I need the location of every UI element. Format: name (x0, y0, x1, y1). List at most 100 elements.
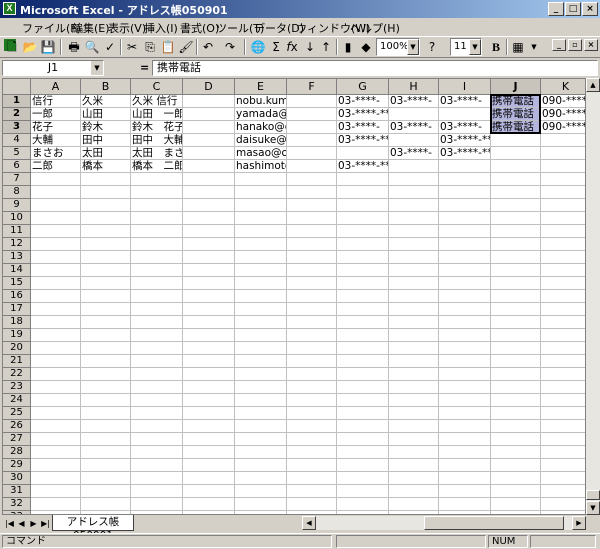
cell-f6[interactable] (287, 160, 337, 173)
cell-j4[interactable] (491, 134, 541, 147)
cell-j16[interactable] (491, 290, 541, 303)
cell-i9[interactable] (439, 199, 491, 212)
cell-g13[interactable] (337, 251, 389, 264)
sort-ascending-icon[interactable]: ↓ (302, 39, 318, 55)
cell-j29[interactable] (491, 459, 541, 472)
cell-e13[interactable] (235, 251, 287, 264)
row-header[interactable]: 7 (3, 173, 31, 186)
row-header[interactable]: 25 (3, 407, 31, 420)
cell-g31[interactable] (337, 485, 389, 498)
cell-h2[interactable] (389, 108, 439, 121)
autosum-icon[interactable]: Σ (268, 39, 284, 55)
cell-c2[interactable]: 山田 一郎 (131, 108, 183, 121)
cell-c14[interactable] (131, 264, 183, 277)
row-header[interactable]: 19 (3, 329, 31, 342)
cell-k9[interactable] (541, 199, 585, 212)
cell-c10[interactable] (131, 212, 183, 225)
cell-b1[interactable]: 久米 (81, 95, 131, 108)
cell-b9[interactable] (81, 199, 131, 212)
cell-g28[interactable] (337, 446, 389, 459)
cell-g8[interactable] (337, 186, 389, 199)
row-header[interactable]: 2 (3, 108, 31, 121)
cell-i7[interactable] (439, 173, 491, 186)
cell-a2[interactable]: 一郎 (31, 108, 81, 121)
cell-a4[interactable]: 大輔 (31, 134, 81, 147)
cell-i19[interactable] (439, 329, 491, 342)
cell-c28[interactable] (131, 446, 183, 459)
cell-i21[interactable] (439, 355, 491, 368)
cell-d32[interactable] (183, 498, 235, 511)
cell-g7[interactable] (337, 173, 389, 186)
cell-j7[interactable] (491, 173, 541, 186)
cell-e6[interactable]: hashimoto@comzine.ne (235, 160, 287, 173)
cell-i27[interactable] (439, 433, 491, 446)
cell-f11[interactable] (287, 225, 337, 238)
cell-k17[interactable] (541, 303, 585, 316)
cell-k5[interactable] (541, 147, 585, 160)
cell-i32[interactable] (439, 498, 491, 511)
name-box[interactable]: J1 ▼ (2, 60, 104, 76)
cell-c31[interactable] (131, 485, 183, 498)
row-header[interactable]: 26 (3, 420, 31, 433)
cell-i11[interactable] (439, 225, 491, 238)
menu-edit[interactable]: 編集(E) (72, 20, 110, 36)
print-icon[interactable]: 🖶 (66, 39, 82, 55)
cell-d6[interactable] (183, 160, 235, 173)
cell-b11[interactable] (81, 225, 131, 238)
cell-c23[interactable] (131, 381, 183, 394)
cell-i12[interactable] (439, 238, 491, 251)
bold-button[interactable]: B (488, 39, 504, 55)
row-header[interactable]: 11 (3, 225, 31, 238)
cell-e28[interactable] (235, 446, 287, 459)
cell-b10[interactable] (81, 212, 131, 225)
cell-b4[interactable]: 田中 (81, 134, 131, 147)
cell-k2[interactable]: 090-**** (541, 108, 585, 121)
menu-view[interactable]: 表示(V) (108, 20, 146, 36)
cell-b13[interactable] (81, 251, 131, 264)
cell-d31[interactable] (183, 485, 235, 498)
cell-e2[interactable]: yamada@comzine.net (235, 108, 287, 121)
cell-f3[interactable] (287, 121, 337, 134)
cell-i29[interactable] (439, 459, 491, 472)
cell-e25[interactable] (235, 407, 287, 420)
cell-i3[interactable]: 03-****- (439, 121, 491, 134)
select-all-corner[interactable] (3, 79, 31, 95)
cell-f9[interactable] (287, 199, 337, 212)
cell-b26[interactable] (81, 420, 131, 433)
prev-sheet-icon[interactable]: ◀ (16, 518, 27, 530)
vertical-scroll-thumb[interactable] (586, 490, 600, 500)
cell-j30[interactable] (491, 472, 541, 485)
cell-b6[interactable]: 橋本 (81, 160, 131, 173)
cell-f21[interactable] (287, 355, 337, 368)
cell-h24[interactable] (389, 394, 439, 407)
cell-k18[interactable] (541, 316, 585, 329)
spreadsheet-grid[interactable]: ABCDEFGHIJK 1信行久米久米 信行 nobu.kume@nifty.com… (2, 78, 586, 515)
cell-k19[interactable] (541, 329, 585, 342)
cell-e1[interactable]: nobu.kume@nifty.com (235, 95, 287, 108)
cell-g6[interactable]: 03-****-**** (337, 160, 389, 173)
cell-k20[interactable] (541, 342, 585, 355)
cell-b14[interactable] (81, 264, 131, 277)
cell-d21[interactable] (183, 355, 235, 368)
cell-b25[interactable] (81, 407, 131, 420)
cell-d15[interactable] (183, 277, 235, 290)
cell-a31[interactable] (31, 485, 81, 498)
cell-d4[interactable] (183, 134, 235, 147)
cell-e9[interactable] (235, 199, 287, 212)
cell-a19[interactable] (31, 329, 81, 342)
cell-e15[interactable] (235, 277, 287, 290)
row-header[interactable]: 20 (3, 342, 31, 355)
cell-a23[interactable] (31, 381, 81, 394)
cell-j25[interactable] (491, 407, 541, 420)
cell-k27[interactable] (541, 433, 585, 446)
cell-e21[interactable] (235, 355, 287, 368)
cell-h14[interactable] (389, 264, 439, 277)
sort-descending-icon[interactable]: ↑ (318, 39, 334, 55)
chevron-down-icon[interactable]: ▼ (407, 39, 419, 55)
cell-f27[interactable] (287, 433, 337, 446)
cell-f18[interactable] (287, 316, 337, 329)
cell-g32[interactable] (337, 498, 389, 511)
cell-f25[interactable] (287, 407, 337, 420)
first-sheet-icon[interactable]: |◀ (4, 518, 15, 530)
menu-help[interactable]: ヘルプ(H) (350, 20, 400, 36)
